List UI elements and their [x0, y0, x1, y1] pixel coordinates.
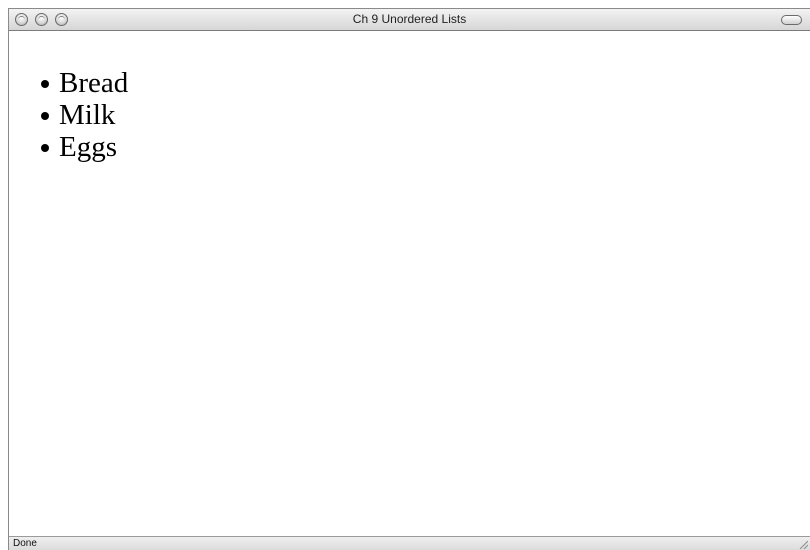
list-item: Eggs	[39, 131, 128, 163]
window-title: Ch 9 Unordered Lists	[352, 12, 467, 26]
bullet-icon	[41, 144, 49, 152]
list-item-label: Bread	[59, 67, 129, 99]
title-bar[interactable]: Ch 9 Unordered Lists	[9, 9, 810, 31]
status-text: Done	[13, 538, 37, 549]
bullet-icon	[41, 112, 49, 120]
list-item-label: Eggs	[59, 131, 117, 163]
page-content: Bread Milk Eggs	[9, 31, 810, 537]
bullet-icon	[41, 80, 49, 88]
list-item-label: Milk	[59, 99, 116, 131]
list-item: Milk	[39, 99, 128, 131]
status-bar: Done	[9, 536, 810, 550]
list-item: Bread	[39, 67, 128, 99]
unordered-list: Bread Milk Eggs	[39, 67, 128, 163]
resize-grip-icon[interactable]	[798, 539, 808, 549]
browser-window: Ch 9 Unordered Lists Bread Milk Eggs Don…	[8, 8, 810, 550]
toolbar-toggle-button[interactable]	[781, 15, 802, 25]
